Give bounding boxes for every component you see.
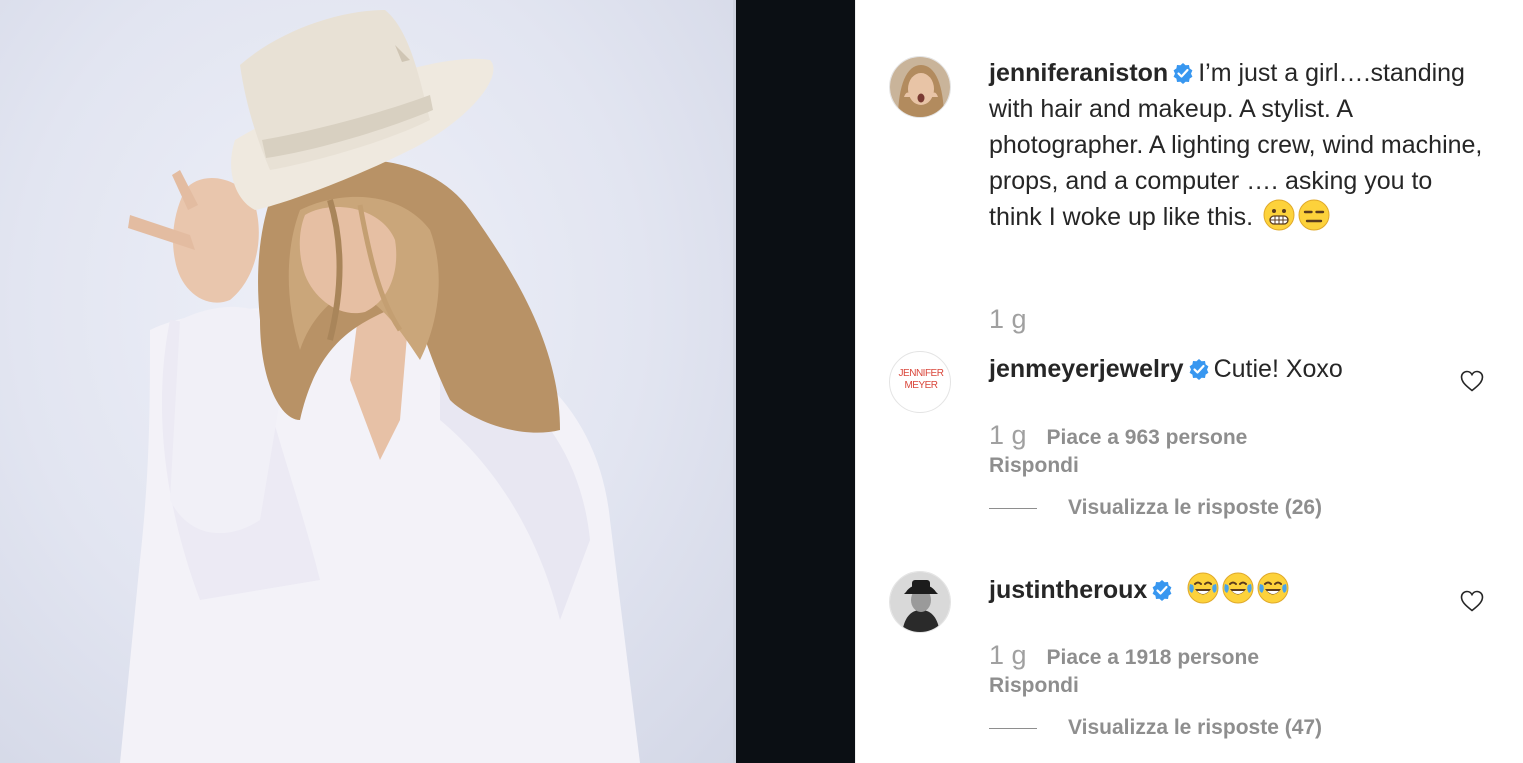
comment-2-meta: 1 g Piace a 1918 persone: [989, 640, 1259, 673]
view-replies-label: Visualizza le risposte (47): [1068, 716, 1323, 739]
like-heart-icon[interactable]: [1460, 370, 1484, 392]
author-avatar[interactable]: [889, 56, 951, 118]
author-username[interactable]: jenniferaniston: [989, 59, 1168, 87]
face-with-tears-of-joy-emoji-icon: [1257, 572, 1289, 604]
comment-2-username[interactable]: justintheroux: [989, 576, 1147, 604]
avatar-logo-text: JENNIFER MEYER: [898, 368, 944, 391]
comment-1-view-replies[interactable]: Visualizza le risposte (26): [989, 496, 1322, 520]
expressionless-face-emoji-icon: [1298, 199, 1330, 231]
comment-2-timestamp: 1 g: [989, 640, 1027, 670]
comment-1-timestamp: 1 g: [989, 420, 1027, 450]
comment-1-likes[interactable]: Piace a 963 persone: [1047, 426, 1248, 449]
face-with-tears-of-joy-emoji-icon: [1187, 572, 1219, 604]
like-heart-icon[interactable]: [1460, 590, 1484, 612]
comment-1-reply-button[interactable]: Rispondi: [989, 454, 1079, 478]
post-media[interactable]: [0, 0, 855, 763]
commenter-avatar-justintheroux[interactable]: [889, 571, 951, 633]
avatar-image: [890, 572, 950, 632]
author-avatar-image: [890, 57, 950, 117]
post-caption: jenniferaniston I’m just a girl….standing…: [989, 55, 1489, 235]
commenter-avatar-jenmeyerjewelry[interactable]: JENNIFER MEYER: [889, 351, 951, 413]
verified-badge-icon: [1189, 359, 1208, 380]
caption-timestamp: 1 g: [989, 304, 1027, 334]
comment-1-text: Cutie! Xoxo: [1213, 355, 1343, 383]
verified-badge-icon: [1173, 63, 1193, 84]
comments-panel: jenniferaniston I’m just a girl….standing…: [855, 0, 1523, 763]
comment-2-reply-button[interactable]: Rispondi: [989, 674, 1079, 698]
grimacing-face-emoji-icon: [1263, 199, 1295, 231]
post-photo: [0, 0, 736, 763]
view-replies-label: Visualizza le risposte (26): [1068, 496, 1323, 519]
comment-1-meta: 1 g Piace a 963 persone: [989, 420, 1247, 453]
comment-1: jenmeyerjewelry Cutie! Xoxo: [989, 351, 1449, 387]
verified-badge-icon: [1152, 580, 1172, 601]
comment-2: justintheroux: [989, 572, 1449, 608]
woman-in-hat-illustration: [120, 10, 640, 763]
comment-2-likes[interactable]: Piace a 1918 persone: [1047, 646, 1259, 669]
divider-line: [989, 727, 1037, 729]
comment-2-view-replies[interactable]: Visualizza le risposte (47): [989, 716, 1322, 740]
face-with-tears-of-joy-emoji-icon: [1222, 572, 1254, 604]
comment-1-username[interactable]: jenmeyerjewelry: [989, 355, 1184, 383]
divider-line: [989, 507, 1037, 509]
